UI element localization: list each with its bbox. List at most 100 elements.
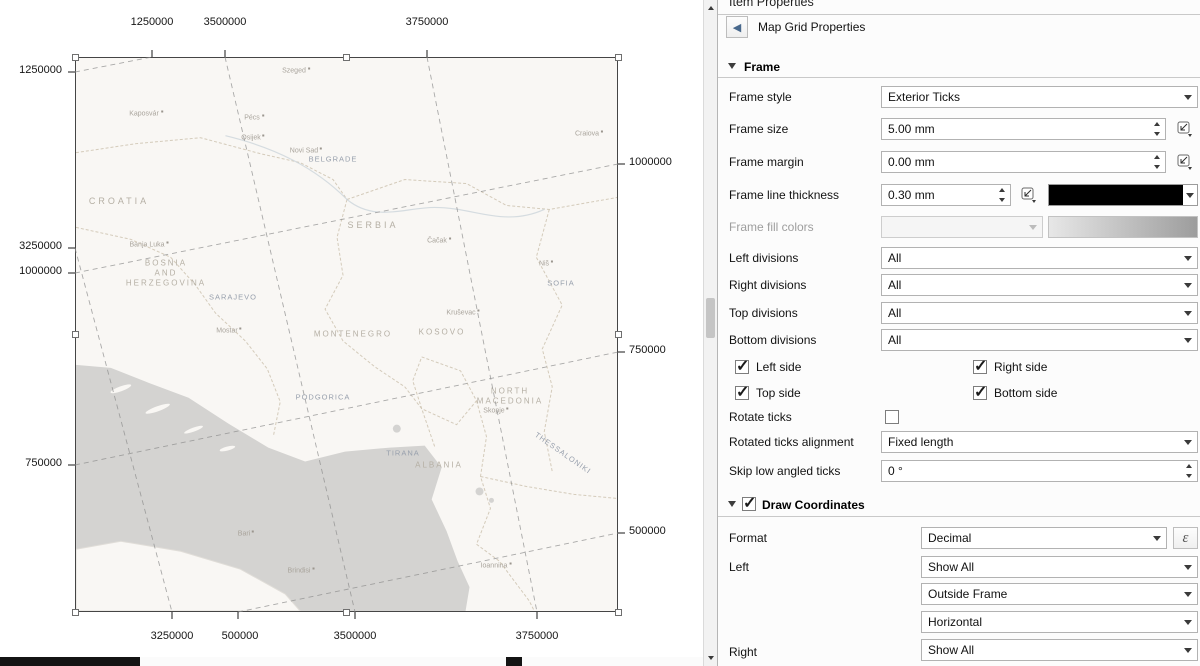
dropdown-arrow-icon [1179, 432, 1197, 452]
map-place-label: Mostar [216, 328, 241, 335]
top-side-checkbox[interactable] [735, 386, 749, 400]
right-display-mode-select[interactable]: Show All [921, 639, 1198, 661]
map-place-label: ALBANIA [415, 461, 463, 470]
bottom-side-label: Bottom side [994, 382, 1057, 404]
right-side-checkbox[interactable] [973, 360, 987, 374]
selection-handle[interactable] [72, 331, 79, 338]
format-select[interactable]: Decimal [921, 527, 1167, 549]
draw-coordinates-section-title: Draw Coordinates [762, 495, 865, 515]
bottom-divisions-value: All [888, 333, 901, 347]
qgis-layout-window: CROATIABOSNIAANDHERZEGOVINASERBIAMONTENE… [0, 0, 1200, 666]
dropdown-arrow-icon [1179, 640, 1197, 660]
frame-margin-spinbox[interactable]: 0.00 mm [881, 151, 1166, 173]
map-place-label: MONTENEGRO [314, 330, 392, 339]
frame-size-spinbox[interactable]: 5.00 mm [881, 118, 1166, 140]
map-place-label: BELGRADE [309, 155, 358, 164]
left-direction-value: Horizontal [928, 615, 982, 629]
horizontal-scrollbar-thumb[interactable] [0, 657, 140, 666]
spin-up-icon[interactable] [995, 185, 1009, 195]
dropdown-arrow-icon [1179, 330, 1197, 350]
selection-handle[interactable] [615, 331, 622, 338]
data-defined-override-icon [1020, 186, 1038, 204]
frame-style-select[interactable]: Exterior Ticks [881, 86, 1198, 108]
panel-title: Item Properties [729, 0, 814, 9]
frame-size-value: 5.00 mm [888, 122, 935, 136]
right-display-mode-value: Show All [928, 643, 974, 657]
panel-subtitle: Map Grid Properties [758, 16, 865, 38]
skip-low-angled-ticks-spinbox[interactable]: 0 ° [881, 460, 1198, 482]
map-place-label: SERBIA [347, 220, 398, 230]
selection-handle[interactable] [615, 54, 622, 61]
data-defined-override-button[interactable] [1173, 118, 1197, 140]
top-divisions-select[interactable]: All [881, 302, 1198, 324]
skip-low-angled-ticks-value: 0 ° [888, 464, 903, 478]
left-display-mode-select[interactable]: Show All [921, 556, 1198, 578]
selection-handle[interactable] [72, 54, 79, 61]
data-defined-override-button[interactable] [1017, 184, 1041, 206]
left-divisions-select[interactable]: All [881, 247, 1198, 269]
top-divisions-label: Top divisions [729, 302, 798, 324]
dropdown-arrow-icon[interactable] [1183, 185, 1197, 205]
map-item[interactable]: CROATIABOSNIAANDHERZEGOVINASERBIAMONTENE… [75, 57, 618, 612]
map-place-label: CROATIA [89, 196, 149, 206]
back-button[interactable]: ◀ [726, 16, 748, 38]
bottom-side-checkbox[interactable] [973, 386, 987, 400]
dropdown-arrow-icon [1179, 303, 1197, 323]
dropdown-arrow-icon [1179, 584, 1197, 604]
divider [718, 77, 1200, 78]
rotated-ticks-alignment-select[interactable]: Fixed length [881, 431, 1198, 453]
spin-down-icon[interactable] [1150, 129, 1164, 139]
map-place-label: Banja Luka [129, 242, 168, 249]
draw-coordinates-checkbox[interactable] [742, 497, 756, 511]
rotate-ticks-checkbox[interactable] [885, 410, 899, 424]
data-defined-override-icon [1176, 120, 1194, 138]
left-position-value: Outside Frame [928, 587, 1007, 601]
data-defined-override-button[interactable] [1173, 151, 1197, 173]
frame-margin-label: Frame margin [729, 151, 804, 173]
dropdown-arrow-icon [1179, 248, 1197, 268]
frame-size-label: Frame size [729, 118, 788, 140]
selection-handle[interactable] [72, 609, 79, 616]
left-side-checkbox[interactable] [735, 360, 749, 374]
horizontal-scrollbar[interactable] [0, 657, 703, 666]
spin-down-icon[interactable] [1150, 162, 1164, 172]
bottom-divisions-select[interactable]: All [881, 329, 1198, 351]
frame-line-thickness-spinbox[interactable]: 0.30 mm [881, 184, 1011, 206]
back-arrow-icon: ◀ [733, 21, 741, 34]
expression-button[interactable]: ε [1173, 527, 1198, 549]
map-place-label: Craiova [575, 131, 603, 138]
selection-handle[interactable] [343, 54, 350, 61]
rotate-ticks-label: Rotate ticks [729, 406, 792, 428]
spin-down-icon[interactable] [1182, 471, 1196, 481]
divider [718, 14, 1200, 15]
disabled-color-swatch [1049, 217, 1197, 237]
spin-up-icon[interactable] [1150, 119, 1164, 129]
vertical-scrollbar[interactable] [703, 0, 717, 666]
frame-line-thickness-label: Frame line thickness [729, 184, 839, 206]
vertical-scrollbar-thumb[interactable] [706, 298, 715, 338]
scroll-up-icon[interactable] [704, 0, 717, 15]
right-side-label: Right side [994, 356, 1047, 378]
frame-line-color-button[interactable] [1048, 184, 1198, 206]
map-label-layer: CROATIABOSNIAANDHERZEGOVINASERBIAMONTENE… [76, 58, 617, 611]
right-divisions-select[interactable]: All [881, 274, 1198, 296]
horizontal-scrollbar-mark[interactable] [506, 657, 522, 666]
scroll-down-icon[interactable] [704, 650, 717, 665]
spin-up-icon[interactable] [1182, 461, 1196, 471]
selection-handle[interactable] [615, 609, 622, 616]
selection-handle[interactable] [343, 609, 350, 616]
frame-fill-style-select [881, 216, 1043, 238]
frame-fill-color-button [1048, 216, 1198, 238]
collapse-triangle-icon[interactable] [728, 63, 736, 69]
collapse-triangle-icon[interactable] [728, 501, 736, 507]
left-direction-select[interactable]: Horizontal [921, 611, 1198, 633]
divider [718, 516, 1200, 517]
spin-down-icon[interactable] [995, 195, 1009, 205]
frame-style-label: Frame style [729, 86, 792, 108]
format-label: Format [729, 527, 767, 549]
spin-up-icon[interactable] [1150, 152, 1164, 162]
layout-canvas[interactable]: CROATIABOSNIAANDHERZEGOVINASERBIAMONTENE… [0, 0, 703, 666]
left-position-select[interactable]: Outside Frame [921, 583, 1198, 605]
skip-low-angled-ticks-label: Skip low angled ticks [729, 460, 840, 482]
dropdown-arrow-icon [1148, 528, 1166, 548]
